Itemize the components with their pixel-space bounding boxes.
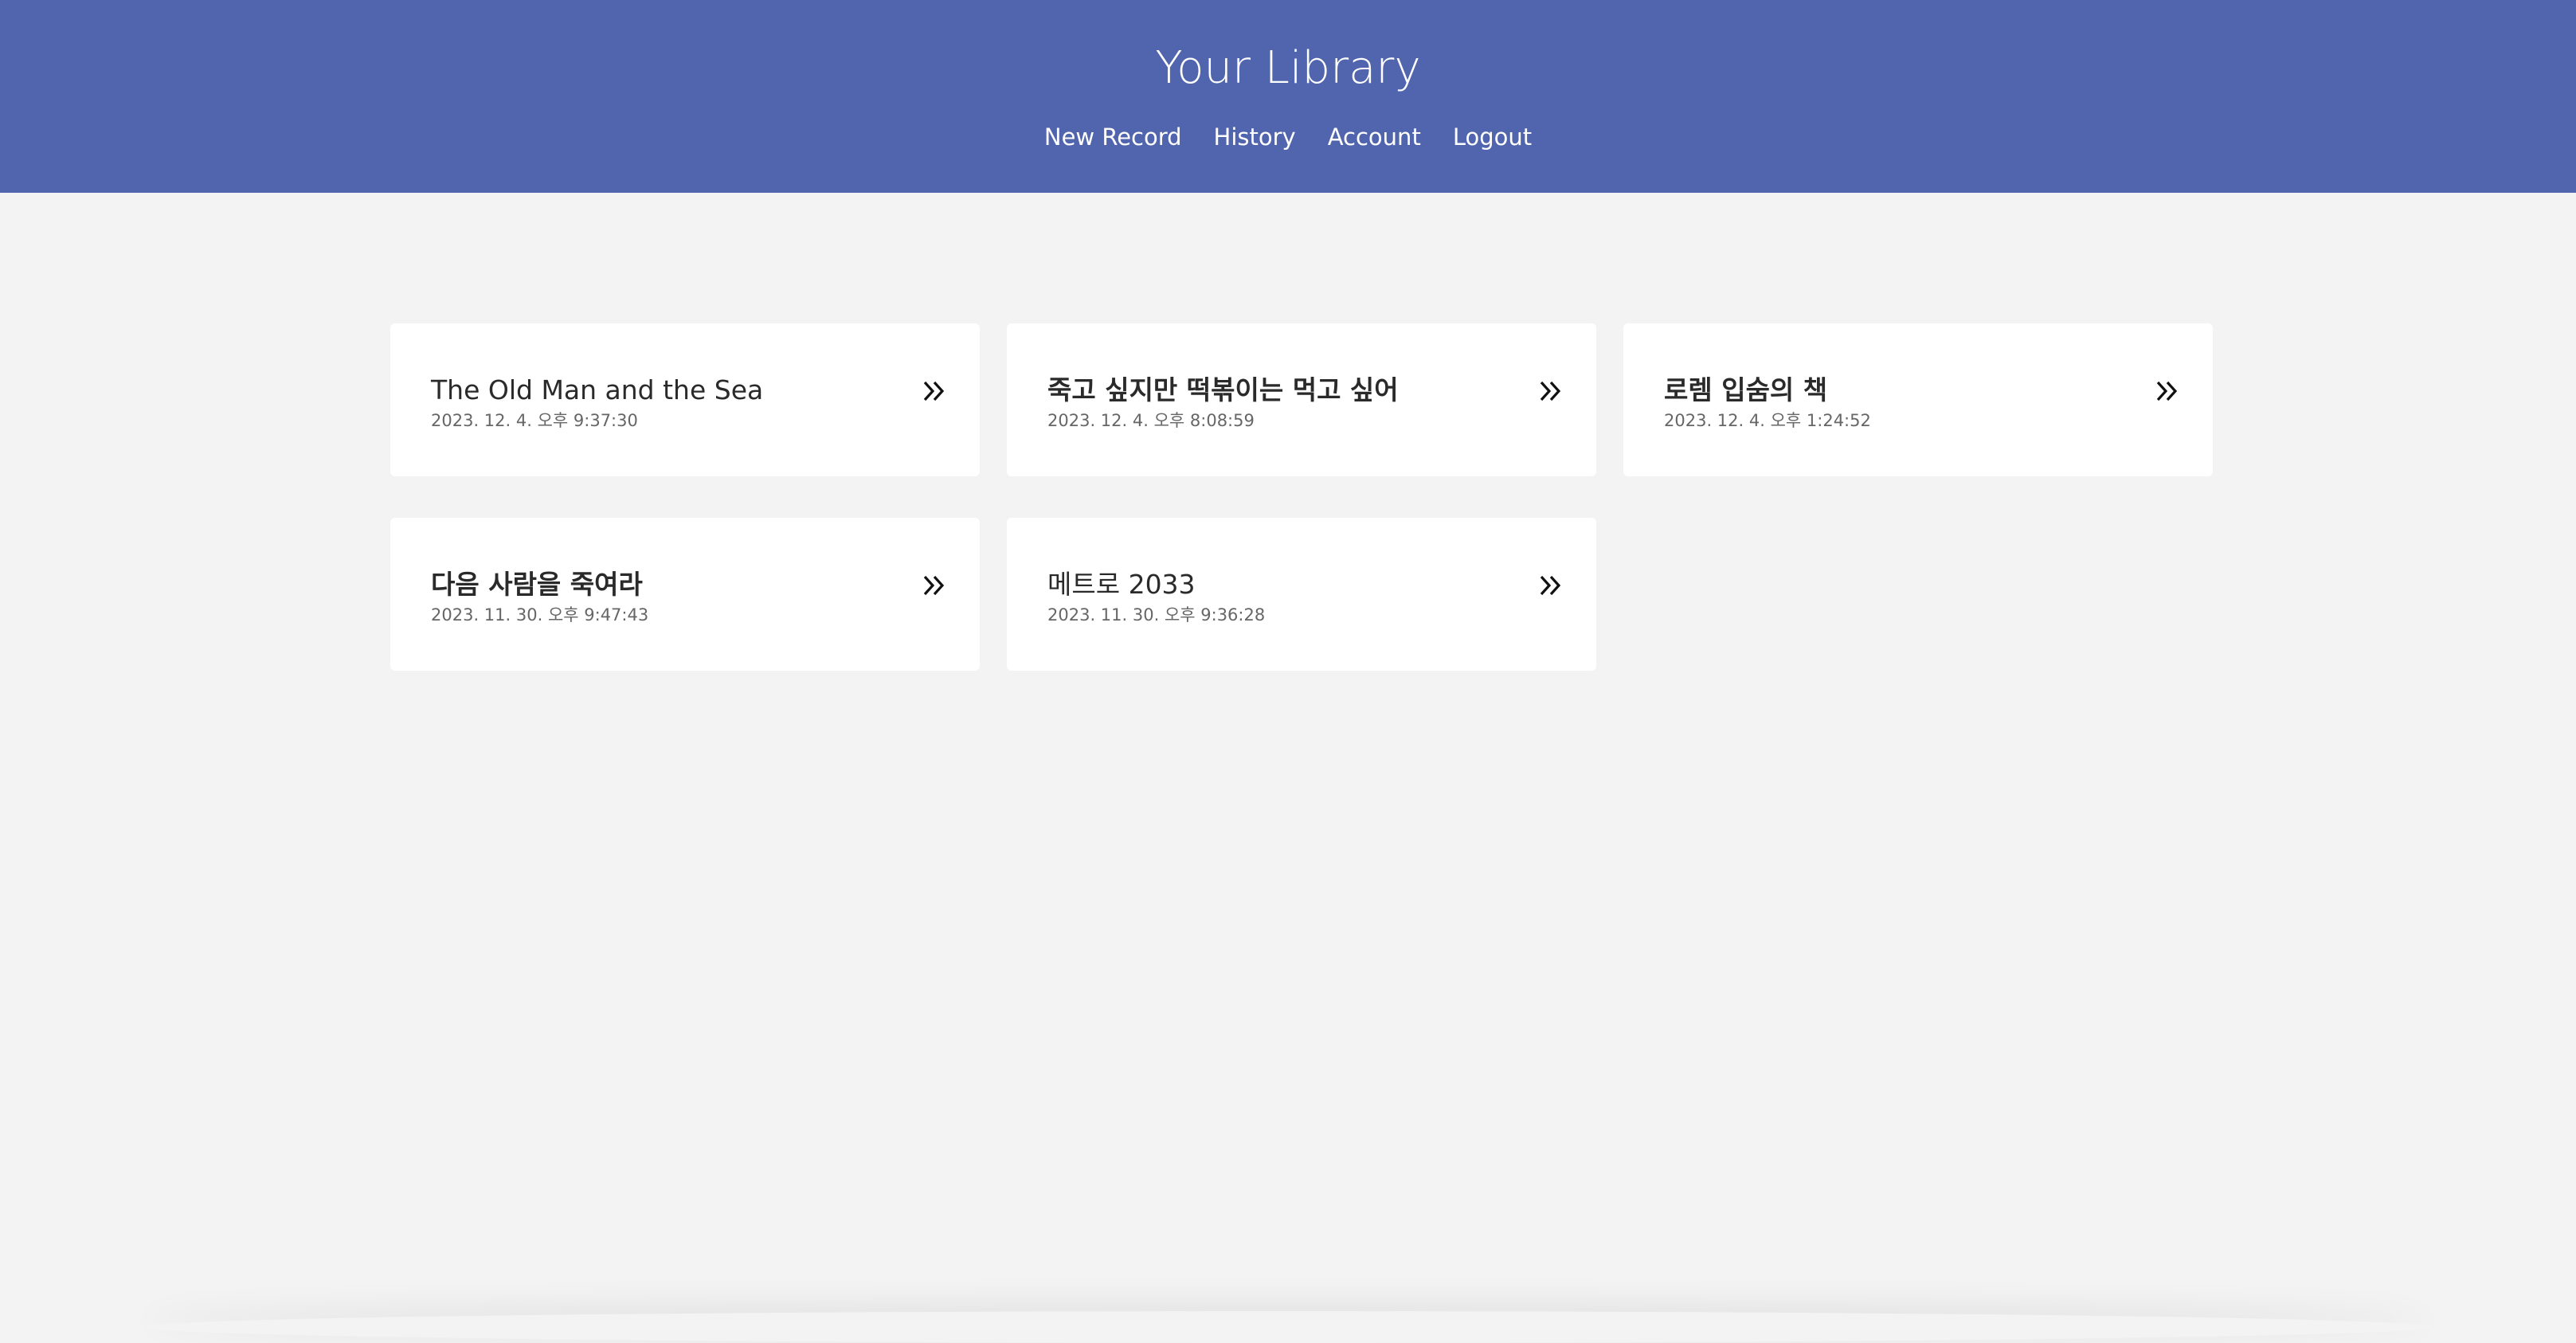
nav-account-link[interactable]: Account [1328, 119, 1421, 155]
record-title: The Old Man and the Sea [431, 374, 764, 405]
record-title: 다음 사람을 죽여라 [431, 569, 643, 600]
record-date: 2023. 11. 30. 오후 9:36:28 [1047, 605, 1266, 625]
record-date: 2023. 12. 4. 오후 9:37:30 [431, 411, 638, 430]
record-card[interactable]: The Old Man and the Sea 2023. 12. 4. 오후 … [390, 323, 980, 476]
double-chevron-right-icon[interactable] [1537, 378, 1564, 405]
nav-new-record-link[interactable]: New Record [1044, 119, 1182, 155]
record-title: 메트로 2033 [1047, 569, 1196, 600]
double-chevron-right-icon[interactable] [921, 378, 948, 405]
record-card[interactable]: 메트로 2033 2023. 11. 30. 오후 9:36:28 [1007, 518, 1596, 671]
double-chevron-right-icon[interactable] [921, 572, 948, 599]
nav-logout-link[interactable]: Logout [1453, 119, 1532, 155]
nav-history-link[interactable]: History [1214, 119, 1296, 155]
main-nav: New Record History Account Logout [0, 119, 2576, 155]
bottom-edge-shadow [143, 1311, 2433, 1343]
record-date: 2023. 12. 4. 오후 1:24:52 [1664, 411, 1871, 430]
page-title: Your Library [1155, 42, 1421, 94]
record-title: 로렘 입숨의 책 [1664, 374, 1828, 405]
record-card[interactable]: 죽고 싶지만 떡볶이는 먹고 싶어 2023. 12. 4. 오후 8:08:5… [1007, 323, 1596, 476]
record-grid: The Old Man and the Sea 2023. 12. 4. 오후 … [390, 323, 2214, 671]
record-date: 2023. 12. 4. 오후 8:08:59 [1047, 411, 1255, 430]
double-chevron-right-icon[interactable] [1537, 572, 1564, 599]
record-card[interactable]: 로렘 입숨의 책 2023. 12. 4. 오후 1:24:52 [1623, 323, 2213, 476]
record-card[interactable]: 다음 사람을 죽여라 2023. 11. 30. 오후 9:47:43 [390, 518, 980, 671]
record-title: 죽고 싶지만 떡볶이는 먹고 싶어 [1047, 374, 1399, 405]
record-date: 2023. 11. 30. 오후 9:47:43 [431, 605, 649, 625]
site-header: Your Library New Record History Account … [0, 0, 2576, 193]
double-chevron-right-icon[interactable] [2154, 378, 2181, 405]
